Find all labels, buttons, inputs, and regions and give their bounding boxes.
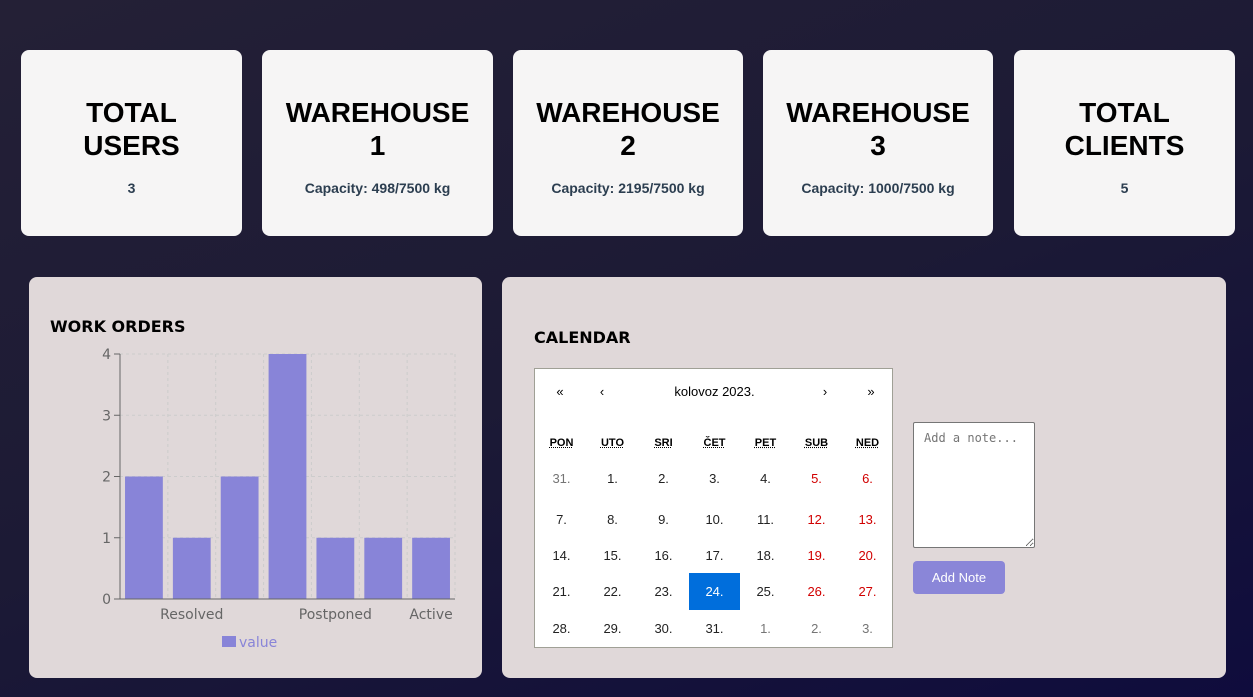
stat-value: Capacity: 2195/7500 kg [551,180,705,196]
calendar-day[interactable]: 2. [791,610,842,647]
calendar-day[interactable]: 18. [740,537,791,574]
calendar-day[interactable]: 11. [740,501,791,538]
bar [125,476,163,599]
calendar-day[interactable]: 9. [638,501,689,538]
weekday-header: ČET [703,437,726,449]
calendar-day[interactable]: 22. [587,573,638,610]
weekday-header: NED [855,437,880,449]
stat-card-warehouse-1: WAREHOUSE 1 Capacity: 498/7500 kg [262,50,493,236]
calendar-day[interactable]: 7. [536,501,587,538]
stat-title: TOTAL CLIENTS [1064,97,1185,161]
stat-title: TOTAL USERS [83,97,180,161]
calendar-day[interactable]: 12. [791,501,842,538]
bar [316,537,355,599]
calendar-day[interactable]: 28. [536,610,587,647]
bar [412,537,450,599]
calendar-day[interactable]: 3. [689,460,740,497]
stat-title: WAREHOUSE 1 [285,97,470,161]
bar [220,476,259,599]
calendar-day[interactable]: 13. [842,501,893,538]
stat-title: WAREHOUSE 2 [536,97,720,161]
weekday-header: PON [549,437,574,449]
stat-card-warehouse-3: WAREHOUSE 3 Capacity: 1000/7500 kg [763,50,993,236]
x-tick-label: Active [409,607,452,623]
stat-value: Capacity: 498/7500 kg [304,180,451,196]
stat-value: 3 [127,180,136,196]
calendar-day[interactable]: 3. [842,610,893,647]
weekday-header: SUB [804,437,829,449]
stat-card-total-clients: TOTAL CLIENTS 5 [1014,50,1235,236]
bar [268,354,307,599]
calendar-day[interactable]: 27. [842,573,893,610]
calendar-day[interactable]: 10. [689,501,740,538]
stat-value: Capacity: 1000/7500 kg [801,180,955,196]
stat-card-total-users: TOTAL USERS 3 [21,50,242,236]
calendar-day[interactable]: 15. [587,537,638,574]
y-tick-label: 3 [102,408,111,424]
calendar-panel: CALENDAR « ‹ kolovoz 2023. › » PON UTO SRI… [502,277,1226,678]
next-year-button[interactable]: » [846,369,896,413]
legend-label: value [239,635,277,651]
stat-value: 5 [1120,180,1129,196]
bar [364,537,403,599]
y-tick-label: 1 [102,531,111,547]
y-tick-label: 2 [102,470,111,486]
calendar-day[interactable]: 19. [791,537,842,574]
legend-swatch [222,636,236,647]
bar [172,537,211,599]
weekday-header: UTO [600,437,625,449]
month-label[interactable]: kolovoz 2023. [638,369,791,413]
calendar-day[interactable]: 17. [689,537,740,574]
calendar-day[interactable]: 25. [740,573,791,610]
calendar-day[interactable]: 16. [638,537,689,574]
work-orders-panel: WORK ORDERS 0 1 2 3 4 Resolved Postponed Active… [29,277,482,678]
calendar-day[interactable]: 6. [842,460,893,497]
calendar-day[interactable]: 20. [842,537,893,574]
note-input[interactable] [913,422,1035,548]
calendar-day[interactable]: 4. [740,460,791,497]
prev-month-button[interactable]: ‹ [577,369,627,413]
x-tick-label: Postponed [299,607,372,623]
calendar-day[interactable]: 1. [587,460,638,497]
calendar-widget: « ‹ kolovoz 2023. › » PON UTO SRI ČET PET SUB… [534,368,893,648]
x-tick-label: Resolved [160,607,223,623]
work-orders-chart: 0 1 2 3 4 Resolved Postponed Active value [102,347,456,651]
next-month-button[interactable]: › [800,369,850,413]
weekday-header: SRI [654,437,673,449]
calendar-day[interactable]: 26. [791,573,842,610]
calendar-day[interactable]: 8. [587,501,638,538]
stat-card-warehouse-2: WAREHOUSE 2 Capacity: 2195/7500 kg [513,50,743,236]
calendar-day[interactable]: 29. [587,610,638,647]
calendar-day[interactable]: 31. [689,610,740,647]
calendar-day[interactable]: 1. [740,610,791,647]
y-tick-label: 0 [102,592,111,608]
calendar-day[interactable]: 14. [536,537,587,574]
calendar-title: CALENDAR [534,328,631,347]
calendar-day[interactable]: 2. [638,460,689,497]
calendar-day[interactable]: 30. [638,610,689,647]
calendar-day[interactable]: 21. [536,573,587,610]
calendar-day[interactable]: 23. [638,573,689,610]
calendar-day-selected[interactable]: 24. [689,573,740,610]
calendar-day[interactable]: 31. [536,460,587,497]
y-tick-label: 4 [102,347,111,363]
weekday-header: PET [754,437,777,449]
add-note-button[interactable]: Add Note [913,561,1005,594]
stat-title: WAREHOUSE 3 [786,97,970,161]
calendar-day[interactable]: 5. [791,460,842,497]
